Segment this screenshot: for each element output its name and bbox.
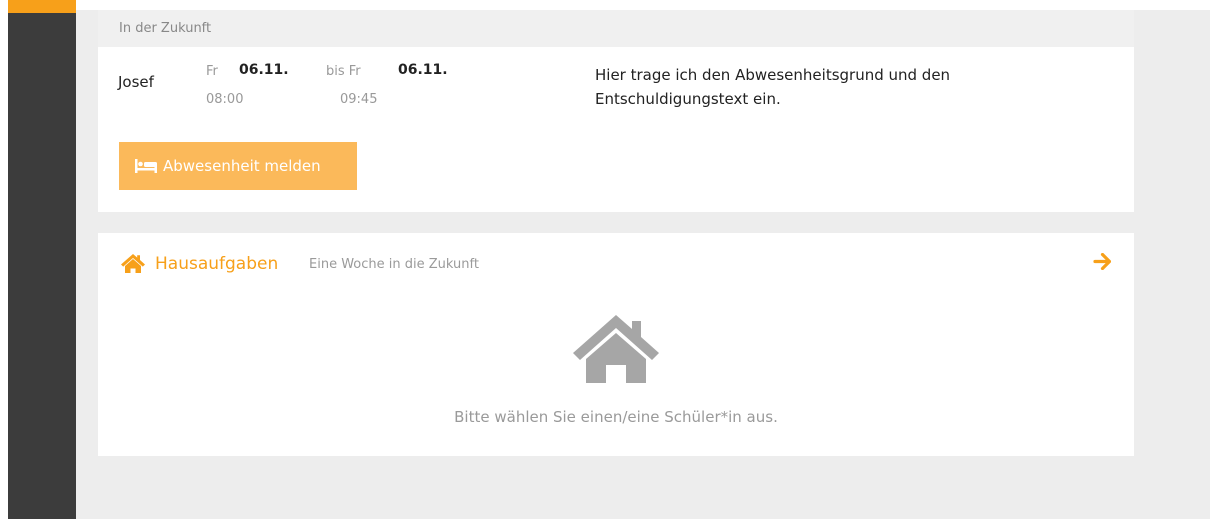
from-time: 08:00 — [206, 92, 244, 107]
from-weekday: Fr — [206, 64, 218, 79]
to-weekday: bis Fr — [326, 64, 361, 79]
from-date: 06.11. — [239, 62, 289, 78]
page-top-strip — [76, 0, 1210, 10]
homework-subtitle: Eine Woche in die Zukunft — [309, 257, 479, 272]
absence-reason: Hier trage ich den Abwesenheitsgrund und… — [595, 66, 951, 108]
sidebar — [8, 0, 76, 519]
home-icon — [573, 315, 659, 383]
absence-card: In der Zukunft Josef Fr 06.11. 08:00 bis… — [98, 10, 1134, 212]
sidebar-active-indicator[interactable] — [8, 0, 76, 13]
arrow-right-icon[interactable] — [1093, 253, 1111, 270]
report-absence-label: Abwesenheit melden — [163, 157, 321, 175]
empty-state-text: Bitte wählen Sie einen/eine Schüler*in a… — [454, 408, 778, 426]
student-name: Josef — [118, 73, 154, 91]
right-edge — [1136, 0, 1210, 10]
to-time: 09:45 — [340, 92, 378, 107]
left-edge — [0, 0, 8, 519]
to-date: 06.11. — [398, 62, 448, 78]
bed-icon — [135, 159, 157, 173]
homework-title[interactable]: Hausaufgaben — [155, 254, 278, 274]
absence-section-header: In der Zukunft — [98, 10, 1134, 47]
homework-card: Hausaufgaben Eine Woche in die Zukunft B… — [98, 233, 1134, 456]
absence-entry: Josef Fr 06.11. 08:00 bis Fr 06.11. 09:4… — [98, 47, 1134, 117]
report-absence-button[interactable]: Abwesenheit melden — [119, 142, 357, 190]
home-icon — [121, 254, 145, 273]
